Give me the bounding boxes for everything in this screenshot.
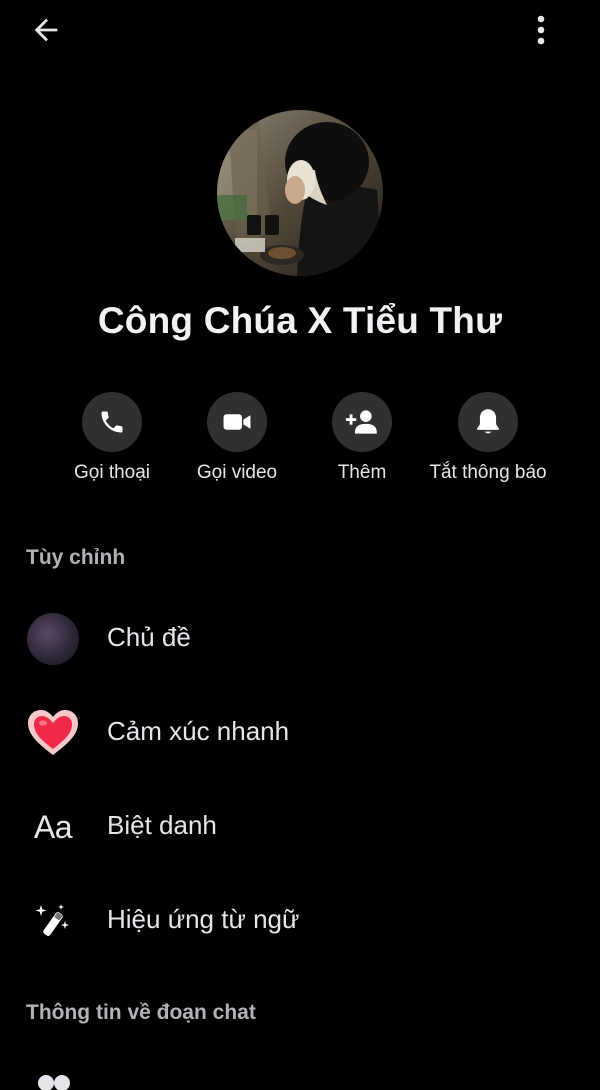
aa-text-icon: Aa [26,800,80,854]
quick-reaction-row[interactable]: Cảm xúc nhanh [0,694,600,774]
action-buttons: Gọi thoại Gọi video Thêm Tắt thông báo [0,390,600,500]
profile-name: Công Chúa X Tiểu Thư [97,300,503,341]
heart-icon [26,706,80,760]
back-button[interactable] [24,10,68,50]
arrow-left-icon [34,18,58,42]
mute-notifications-button[interactable]: Tắt thông báo [413,390,563,490]
video-camera-icon [223,414,251,430]
mute-notifications-circle [458,392,518,452]
theme-swatch-icon [26,612,80,666]
word-effects-row[interactable]: Hiệu ứng từ ngữ [0,882,600,962]
voice-call-circle [82,392,142,452]
magic-wand-icon [26,894,80,948]
theme-row[interactable]: Chủ đề [0,600,600,680]
more-options-button[interactable] [520,8,562,52]
word-effects-label: Hiệu ứng từ ngữ [107,904,300,934]
add-people-circle [332,392,392,452]
heart-emoji [28,710,78,755]
video-call-circle [207,392,267,452]
avatar-photo [217,110,383,276]
mute-notifications-label: Tắt thông báo [429,462,547,483]
nickname-row[interactable]: Aa Biệt danh [0,788,600,868]
magic-wand-graphic [35,904,69,936]
avatar[interactable] [217,110,383,276]
theme-label: Chủ đề [107,622,191,652]
customize-section-title: Tùy chỉnh [26,546,126,569]
nickname-label: Biệt danh [107,810,217,840]
chat-info-section-title: Thông tin về đoạn chat [26,1001,256,1024]
quick-reaction-label: Cảm xúc nhanh [107,716,290,746]
add-person-icon [345,410,377,434]
phone-icon [101,411,123,433]
more-vertical-icon [537,15,545,45]
theme-swatch [27,613,79,665]
bell-icon [476,409,500,434]
people-icon [38,1075,70,1090]
top-bar [0,0,600,60]
aa-text-glyph: Aa [33,808,73,845]
chat-info-first-row-partial[interactable] [0,1060,600,1090]
